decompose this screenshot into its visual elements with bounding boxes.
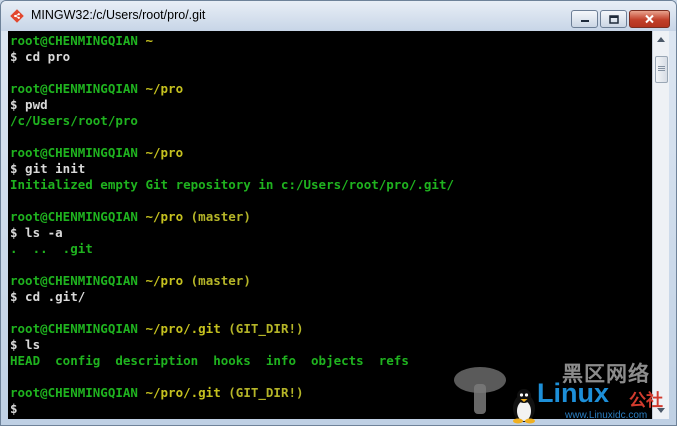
command-line: $ cd pro <box>10 49 71 64</box>
blank-line <box>10 257 454 273</box>
blank-line <box>10 305 454 321</box>
maximize-icon <box>608 14 619 24</box>
output-line: /c/Users/root/pro <box>10 113 138 128</box>
prompt-path: ~ <box>145 33 153 48</box>
output-line: HEAD config description hooks info objec… <box>10 353 409 368</box>
prompt-branch: (GIT_DIR!) <box>228 385 304 400</box>
prompt-path: ~/pro/.git <box>145 321 221 336</box>
output-line: Initialized empty Git repository in c:/U… <box>10 177 455 192</box>
grip-line <box>658 68 665 69</box>
prompt-line: root@CHENMINGQIAN ~/pro <box>10 81 454 97</box>
watermark-url: www.Linuxidc.com <box>565 410 648 421</box>
grip-line <box>658 66 665 67</box>
minimize-icon <box>580 20 589 22</box>
grip-line <box>658 70 665 71</box>
prompt-line: root@CHENMINGQIAN ~ <box>10 33 454 49</box>
watermark-brand: Linux <box>537 378 609 408</box>
prompt-user-host: root@CHENMINGQIAN <box>10 33 138 48</box>
close-button[interactable] <box>629 10 670 28</box>
blank-line <box>10 129 454 145</box>
prompt-user-host: root@CHENMINGQIAN <box>10 273 138 288</box>
terminal-lines: root@CHENMINGQIAN ~ $ cd pro root@CHENMING… <box>10 33 454 417</box>
maximize-button[interactable] <box>600 10 627 28</box>
prompt-path: ~/pro <box>145 209 184 224</box>
command-line: $ ls <box>10 337 41 352</box>
prompt-line: root@CHENMINGQIAN ~/pro <box>10 145 454 161</box>
prompt-branch: (GIT_DIR!) <box>228 321 304 336</box>
scroll-up-button[interactable] <box>653 31 669 48</box>
output-line: . .. .git <box>10 241 93 256</box>
minimize-button[interactable] <box>571 10 598 28</box>
command-line: $ cd .git/ <box>10 289 86 304</box>
prompt-branch: (master) <box>190 209 251 224</box>
close-icon <box>645 14 654 24</box>
scroll-thumb[interactable] <box>655 56 668 83</box>
command-line: $ ls -a <box>10 225 63 240</box>
prompt-line: root@CHENMINGQIAN ~/pro/.git (GIT_DIR!) <box>10 321 454 337</box>
tux-penguin-icon <box>513 389 535 424</box>
terminal-window: MINGW32:/c/Users/root/pro/.git root@CHEN… <box>0 0 677 426</box>
command-line: $ pwd <box>10 97 48 112</box>
prompt-line: root@CHENMINGQIAN ~/pro/.git (GIT_DIR!) <box>10 385 454 401</box>
prompt-branch: (master) <box>190 273 251 288</box>
site-watermark: 黑区网络 Linux 公社 www.Linuxidc.com <box>446 358 676 425</box>
watermark-brand-suffix: 公社 <box>629 391 663 411</box>
title-bar[interactable]: MINGW32:/c/Users/root/pro/.git <box>1 1 676 31</box>
blank-line <box>10 369 454 385</box>
prompt-path: ~/pro <box>145 81 184 96</box>
prompt-user-host: root@CHENMINGQIAN <box>10 385 138 400</box>
window-title: MINGW32:/c/Users/root/pro/.git <box>31 8 206 22</box>
blank-line <box>10 193 454 209</box>
prompt-line: root@CHENMINGQIAN ~/pro (master) <box>10 209 454 225</box>
prompt-user-host: root@CHENMINGQIAN <box>10 145 138 160</box>
blank-line <box>10 65 454 81</box>
chevron-up-icon <box>657 37 665 42</box>
command-line: $ git init <box>10 161 86 176</box>
prompt-user-host: root@CHENMINGQIAN <box>10 81 138 96</box>
command-line: $ <box>10 401 18 416</box>
git-diamond-icon <box>10 9 24 23</box>
prompt-user-host: root@CHENMINGQIAN <box>10 209 138 224</box>
prompt-user-host: root@CHENMINGQIAN <box>10 321 138 336</box>
prompt-path: ~/pro <box>145 273 184 288</box>
prompt-line: root@CHENMINGQIAN ~/pro (master) <box>10 273 454 289</box>
prompt-path: ~/pro/.git <box>145 385 221 400</box>
prompt-path: ~/pro <box>145 145 184 160</box>
mushroom-logo-icon <box>454 367 506 414</box>
